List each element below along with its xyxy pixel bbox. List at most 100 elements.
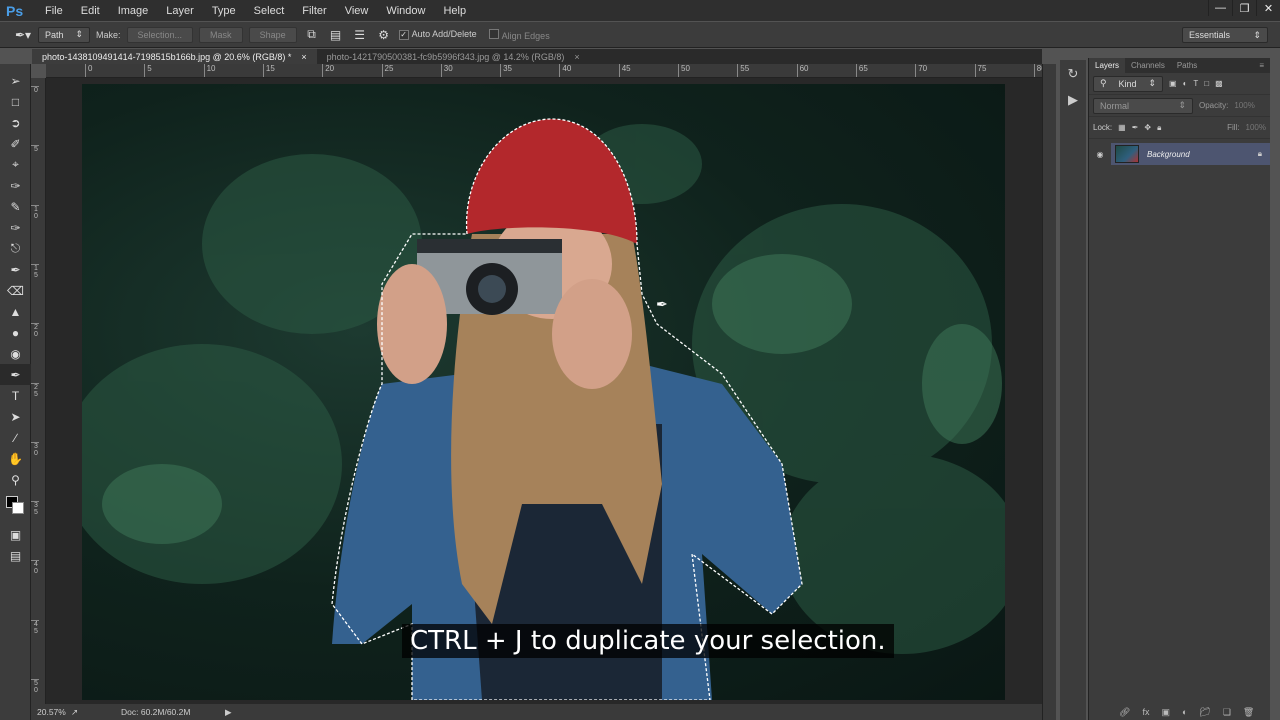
ruler-label: 15 xyxy=(262,64,275,77)
tab-document-2[interactable]: photo-1421790500381-fc9b5996f343.jpg @ 1… xyxy=(317,49,590,64)
quick-mask-icon[interactable]: ▣ xyxy=(0,524,31,545)
path-selection-tool-icon[interactable]: ➤ xyxy=(0,406,31,427)
fill-input[interactable]: 100% xyxy=(1246,123,1266,132)
crop-tool-icon[interactable]: ⌖ xyxy=(0,154,31,175)
hand-tool-icon[interactable]: ✋ xyxy=(0,448,31,469)
lock-label: Lock: xyxy=(1093,123,1113,132)
link-layers-icon[interactable]: 🔗︎ xyxy=(1119,707,1130,718)
path-alignment-icon[interactable]: ▤ xyxy=(327,28,345,42)
filter-shape-icon[interactable]: □ xyxy=(1204,79,1209,88)
quick-selection-tool-icon[interactable]: ✐ xyxy=(0,133,31,154)
restore-icon[interactable]: ❐ xyxy=(1232,0,1256,16)
auto-add-delete-checkbox[interactable]: ✓ Auto Add/Delete xyxy=(398,29,477,40)
workspace-select[interactable]: Essentials ⇕ xyxy=(1182,27,1268,43)
tab-layers[interactable]: Layers xyxy=(1089,58,1126,73)
new-layer-icon[interactable]: ❏ xyxy=(1223,707,1231,718)
minimize-icon[interactable]: — xyxy=(1208,0,1232,16)
filter-type-icon[interactable]: T xyxy=(1193,79,1198,88)
ruler-label: 5 xyxy=(144,64,152,77)
ruler-label: 25 xyxy=(31,382,39,398)
panel-menu-icon[interactable]: ≡ xyxy=(1253,58,1270,73)
ruler-label: 50 xyxy=(31,679,39,694)
gear-icon[interactable]: ⚙ xyxy=(375,28,393,42)
tab-channels[interactable]: Channels xyxy=(1125,58,1171,73)
ruler-label: 50 xyxy=(678,64,690,77)
filter-pixel-icon[interactable]: ▣ xyxy=(1169,79,1177,88)
move-tool-icon[interactable]: ➢ xyxy=(0,70,31,91)
lock-all-icon[interactable]: 🔒︎ xyxy=(1157,123,1161,133)
blur-tool-icon[interactable]: ● xyxy=(0,322,31,343)
layer-row-background[interactable]: ◉ Background 🔒︎ xyxy=(1089,143,1270,165)
mode-select[interactable]: Path ⇕ xyxy=(38,26,90,43)
vertical-scrollbar[interactable] xyxy=(1042,64,1056,720)
menu-select[interactable]: Select xyxy=(245,5,294,17)
filter-smart-object-icon[interactable]: ▩ xyxy=(1215,79,1223,88)
close-icon[interactable]: × xyxy=(574,52,579,62)
tab-label: photo-1438109491414-7198515b166b.jpg @ 2… xyxy=(42,51,292,62)
color-swatches-icon[interactable] xyxy=(0,490,31,524)
menu-image[interactable]: Image xyxy=(109,5,158,17)
lasso-tool-icon[interactable]: ➲ xyxy=(0,112,31,133)
blend-mode-select[interactable]: Normal ⇕ xyxy=(1093,97,1193,114)
history-icon[interactable]: ↻ xyxy=(1060,60,1086,88)
eyedropper-tool-icon[interactable]: ✑ xyxy=(0,175,31,196)
zoom-tool-icon[interactable]: ⚲ xyxy=(0,469,31,490)
line-tool-icon[interactable]: ∕ xyxy=(0,427,31,448)
fx-icon[interactable]: fx xyxy=(1142,707,1149,718)
healing-brush-tool-icon[interactable]: ✎ xyxy=(0,196,31,217)
pen-tool-icon[interactable]: ✒▾ xyxy=(14,28,32,42)
menu-edit[interactable]: Edit xyxy=(72,5,109,17)
document-image[interactable] xyxy=(82,84,1005,700)
align-edges-checkbox[interactable]: Align Edges xyxy=(488,28,550,41)
zoom-level[interactable]: 20.57% xyxy=(31,707,71,717)
close-icon[interactable]: ✕ xyxy=(1256,0,1280,16)
ruler-label: 25 xyxy=(381,64,393,77)
brush-tool-icon[interactable]: ✑ xyxy=(0,217,31,238)
history-brush-tool-icon[interactable]: ✒ xyxy=(0,259,31,280)
paint-bucket-tool-icon[interactable]: ▲ xyxy=(0,301,31,322)
adjustment-layer-icon[interactable]: ◐ xyxy=(1182,707,1187,718)
dodge-tool-icon[interactable]: ◉ xyxy=(0,343,31,364)
ruler-label: 20 xyxy=(31,323,39,338)
status-menu-arrow-icon[interactable]: ▶ xyxy=(225,707,232,718)
lock-transparent-icon[interactable]: ▦ xyxy=(1118,123,1126,132)
export-icon[interactable]: ↗ xyxy=(71,707,121,718)
ruler-label: 30 xyxy=(440,64,453,77)
actions-play-icon[interactable]: ▶ xyxy=(1060,88,1086,112)
type-tool-icon[interactable]: T xyxy=(0,385,31,406)
lock-pixels-icon[interactable]: ✒ xyxy=(1132,123,1139,132)
ruler-label: 40 xyxy=(31,560,39,575)
menu-help[interactable]: Help xyxy=(434,5,475,17)
menu-view[interactable]: View xyxy=(336,5,378,17)
layers-footer: 🔗︎ fx ▣ ◐ 📁︎ ❏ 🗑︎ xyxy=(1119,707,1254,718)
menu-filter[interactable]: Filter xyxy=(293,5,335,17)
add-mask-icon[interactable]: ▣ xyxy=(1161,707,1170,718)
layer-filter-row: ⚲ Kind ⇕ ▣ ◐ T □ ▩ xyxy=(1089,73,1270,95)
lock-row: Lock: ▦ ✒ ✥ 🔒︎ Fill: 100% xyxy=(1089,117,1270,139)
marquee-tool-icon[interactable]: □ xyxy=(0,91,31,112)
eye-icon[interactable]: ◉ xyxy=(1089,150,1111,159)
menu-layer[interactable]: Layer xyxy=(157,5,203,17)
close-icon[interactable]: × xyxy=(301,52,306,62)
opacity-input[interactable]: 100% xyxy=(1234,101,1254,110)
mask-button[interactable]: Mask xyxy=(199,26,243,43)
menu-file[interactable]: File xyxy=(36,5,72,17)
tab-document-1[interactable]: photo-1438109491414-7198515b166b.jpg @ 2… xyxy=(32,49,317,64)
eraser-tool-icon[interactable]: ⌫ xyxy=(0,280,31,301)
clone-stamp-tool-icon[interactable]: ⎋ xyxy=(0,238,31,259)
checkmark-icon: ✓ xyxy=(398,29,409,40)
path-arrangement-icon[interactable]: ☰ xyxy=(351,28,369,42)
delete-layer-icon[interactable]: 🗑︎ xyxy=(1243,707,1254,718)
menu-window[interactable]: Window xyxy=(377,5,434,17)
pen-tool-icon[interactable]: ✒ xyxy=(0,364,31,385)
path-operations-icon[interactable]: ⧉ xyxy=(303,27,321,42)
new-group-icon[interactable]: 📁︎ xyxy=(1199,707,1210,718)
filter-kind-select[interactable]: ⚲ Kind ⇕ xyxy=(1093,75,1163,92)
lock-position-icon[interactable]: ✥ xyxy=(1144,123,1151,132)
screen-mode-icon[interactable]: ▤ xyxy=(0,545,31,566)
selection-button[interactable]: Selection... xyxy=(126,26,194,43)
shape-button[interactable]: Shape xyxy=(248,26,297,43)
menu-type[interactable]: Type xyxy=(203,5,245,17)
filter-adjustment-icon[interactable]: ◐ xyxy=(1183,79,1188,88)
tab-paths[interactable]: Paths xyxy=(1171,58,1203,73)
